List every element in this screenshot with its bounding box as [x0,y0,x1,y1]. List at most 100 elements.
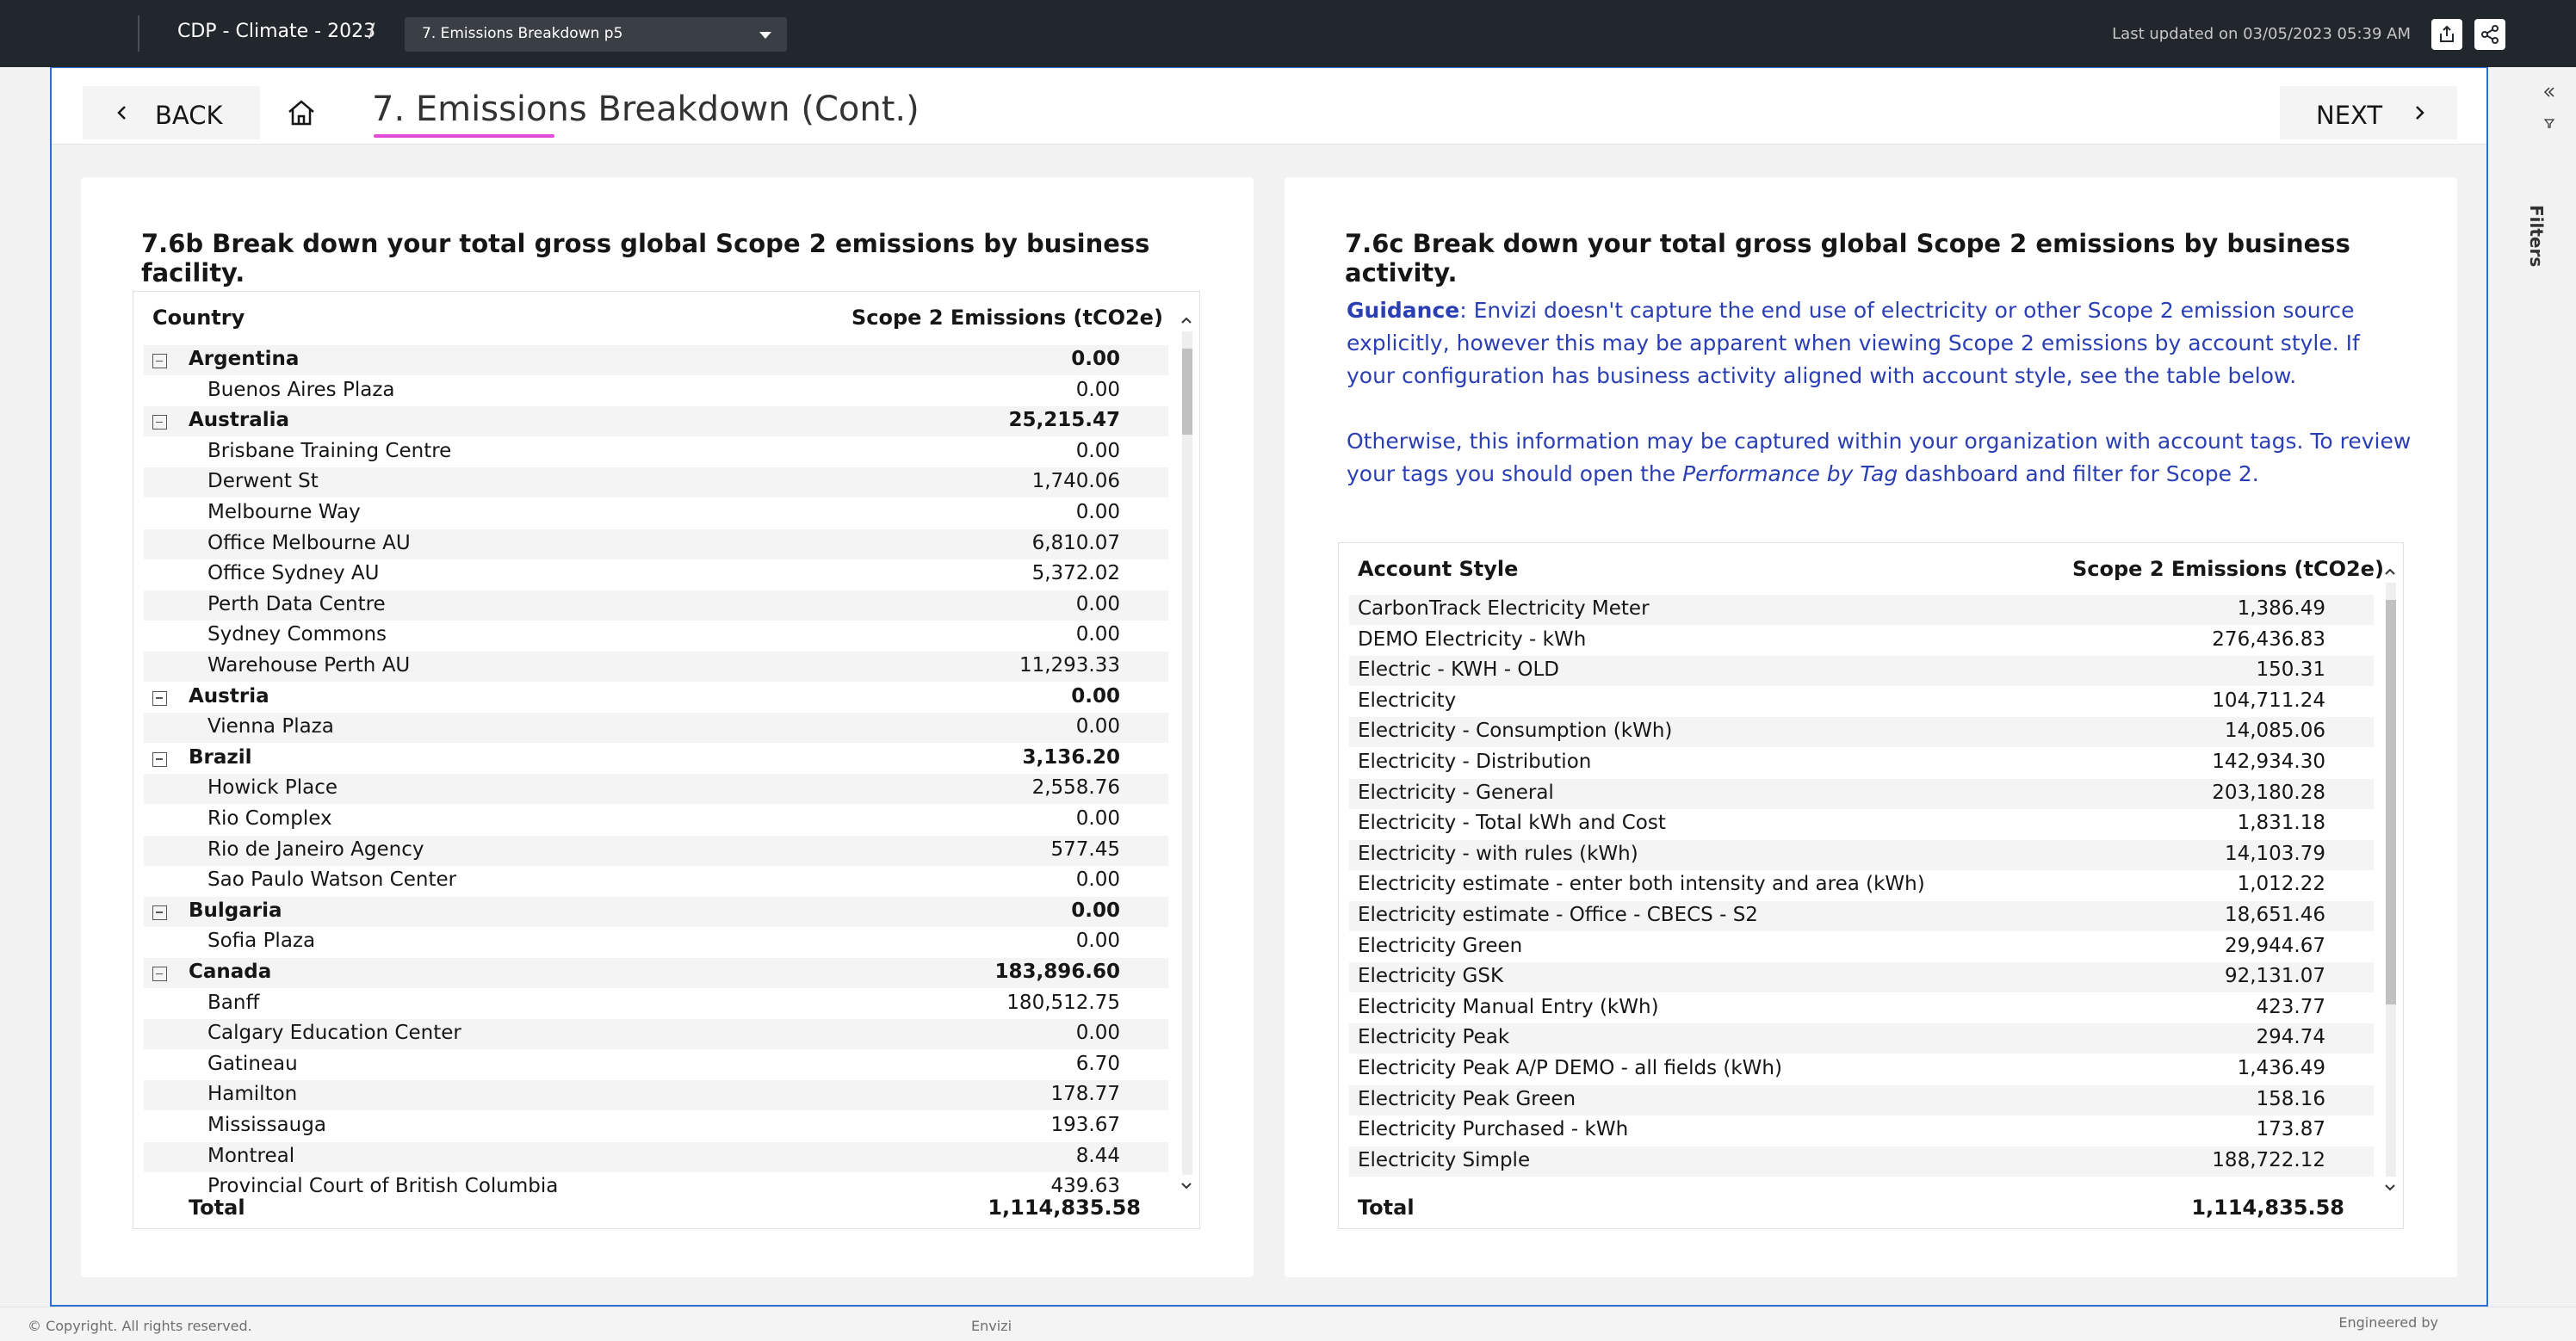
row-value: 6.70 [1075,1052,1120,1075]
row-value: 5,372.02 [1031,562,1120,585]
row-label: Electricity estimate - Office - CBECS - … [1358,904,1758,926]
row-label: Gatineau [207,1052,298,1075]
row-label: Montreal [207,1144,295,1167]
collapse-icon[interactable] [2543,86,2555,98]
export-icon [2440,25,2454,42]
scroll-track[interactable] [1182,331,1192,1175]
group-row[interactable]: Argentina 0.00 [144,345,1168,375]
scrollbar[interactable] [1177,311,1196,1197]
collapse-toggle-icon[interactable] [152,905,167,920]
activity-card: 7.6c Break down your total gross global … [1285,177,2457,1277]
table-row: Hamilton 178.77 [144,1080,1168,1111]
table-row: Electricity Green 29,944.67 [1349,932,2374,962]
last-updated: Last updated on 03/05/2023 05:39 AM [2112,25,2411,43]
row-value: 183,896.60 [994,961,1120,983]
table-row: Gatineau 6.70 [144,1050,1168,1080]
table-row: Electricity - Total kWh and Cost 1,831.18 [1349,809,2374,839]
export-button[interactable] [2431,19,2462,50]
collapse-toggle-icon[interactable] [152,415,167,430]
row-value: 439.63 [1050,1175,1120,1198]
page-select[interactable]: 7. Emissions Breakdown p5 [405,17,787,52]
scrollbar[interactable] [2381,562,2400,1199]
otherwise-text-end: dashboard and filter for Scope 2. [1898,461,2259,486]
row-label: Electricity Manual Entry (kWh) [1358,995,1659,1018]
group-row[interactable]: Austria 0.00 [144,683,1168,713]
row-label: Rio de Janeiro Agency [207,837,424,861]
row-value: 104,711.24 [2212,689,2325,712]
row-value: 1,386.49 [2237,597,2325,620]
row-value: 142,934.30 [2212,751,2325,773]
column-header-country: Country [152,306,245,330]
row-value: 423.77 [2256,995,2325,1018]
row-value: 193.67 [1050,1114,1120,1136]
group-row[interactable]: Bulgaria 0.00 [144,896,1168,927]
share-button[interactable] [2474,19,2505,50]
collapse-toggle-icon[interactable] [152,751,167,767]
scroll-up-icon[interactable] [1180,316,1192,324]
table-row: Mississauga 193.67 [144,1111,1168,1141]
row-value: 203,180.28 [2212,781,2325,804]
filter-icon [2543,119,2555,128]
collapse-toggle-icon[interactable] [152,354,167,368]
divider [138,15,139,52]
row-value: 173.87 [2256,1118,2325,1141]
collapse-toggle-icon[interactable] [152,690,167,706]
table-header: Country Scope 2 Emissions (tCO2e) [133,292,1199,345]
group-row[interactable]: Australia 25,215.47 [144,406,1168,437]
guidance-label: Guidance [1347,298,1460,323]
back-label: BACK [155,101,223,130]
row-label: Calgary Education Center [207,1022,461,1045]
breadcrumb-report[interactable]: CDP - Climate - 2023 [177,21,375,42]
row-value: 14,103.79 [2224,842,2325,865]
back-button[interactable]: BACK [83,86,260,139]
chevron-right-icon [2416,106,2424,120]
scroll-down-icon[interactable] [2384,1183,2396,1192]
table-row: Vienna Plaza 0.00 [144,713,1168,744]
filters-label[interactable]: Filters [2526,205,2547,267]
scroll-thumb[interactable] [2386,600,2396,1004]
group-row[interactable]: Canada 183,896.60 [144,958,1168,988]
row-value: 0.00 [1075,501,1120,523]
facility-card: 7.6b Break down your total gross global … [81,177,1254,1277]
guidance-text: Guidance: Envizi doesn't capture the end… [1347,294,2414,491]
total-label: Total [1358,1196,1415,1220]
row-label: CarbonTrack Electricity Meter [1358,597,1650,620]
engineered-by: Engineered by [2338,1314,2438,1331]
row-label: Sao Paulo Watson Center [207,868,457,892]
performance-by-tag-link[interactable]: Performance by Tag [1682,461,1898,486]
row-label: Vienna Plaza [207,715,334,738]
activity-heading: 7.6c Break down your total gross global … [1345,229,2350,287]
row-label: Banff [207,991,260,1014]
column-header-emissions: Scope 2 Emissions (tCO2e) [851,306,1163,330]
table-row: Montreal 8.44 [144,1141,1168,1172]
row-value: 0.00 [1075,623,1120,646]
row-label: Austria [189,684,269,708]
row-value: 180,512.75 [1006,991,1120,1014]
chevron-down-icon [759,32,771,39]
home-button[interactable] [274,86,329,139]
filters-rail[interactable]: Filters [2523,67,2576,1307]
table-row: Banff 180,512.75 [144,989,1168,1019]
scroll-thumb[interactable] [1182,349,1192,435]
table-row: Electricity Simple 188,722.12 [1349,1146,2374,1177]
next-button[interactable]: NEXT [2280,86,2457,139]
row-value: 276,436.83 [2212,627,2325,651]
row-label: Bulgaria [189,899,282,922]
row-label: Brazil [189,745,252,769]
row-label: Office Sydney AU [207,562,380,585]
row-label: Buenos Aires Plaza [207,378,395,401]
row-value: 92,131.07 [2224,965,2325,988]
row-label: Electric - KWH - OLD [1358,658,1559,682]
collapse-toggle-icon[interactable] [152,967,167,981]
row-label: Electricity - Distribution [1358,751,1592,773]
row-label: Rio Complex [207,807,332,830]
row-value: 0.00 [1075,715,1120,738]
table-row: Rio de Janeiro Agency 577.45 [144,835,1168,866]
group-row[interactable]: Brazil 3,136.20 [144,744,1168,774]
scroll-down-icon[interactable] [1180,1182,1192,1190]
row-label: Electricity Green [1358,934,1523,957]
scroll-up-icon[interactable] [2384,567,2396,576]
row-value: 11,293.33 [1019,654,1120,677]
row-label: Office Melbourne AU [207,531,411,554]
copyright: © Copyright. All rights reserved. [28,1318,252,1334]
